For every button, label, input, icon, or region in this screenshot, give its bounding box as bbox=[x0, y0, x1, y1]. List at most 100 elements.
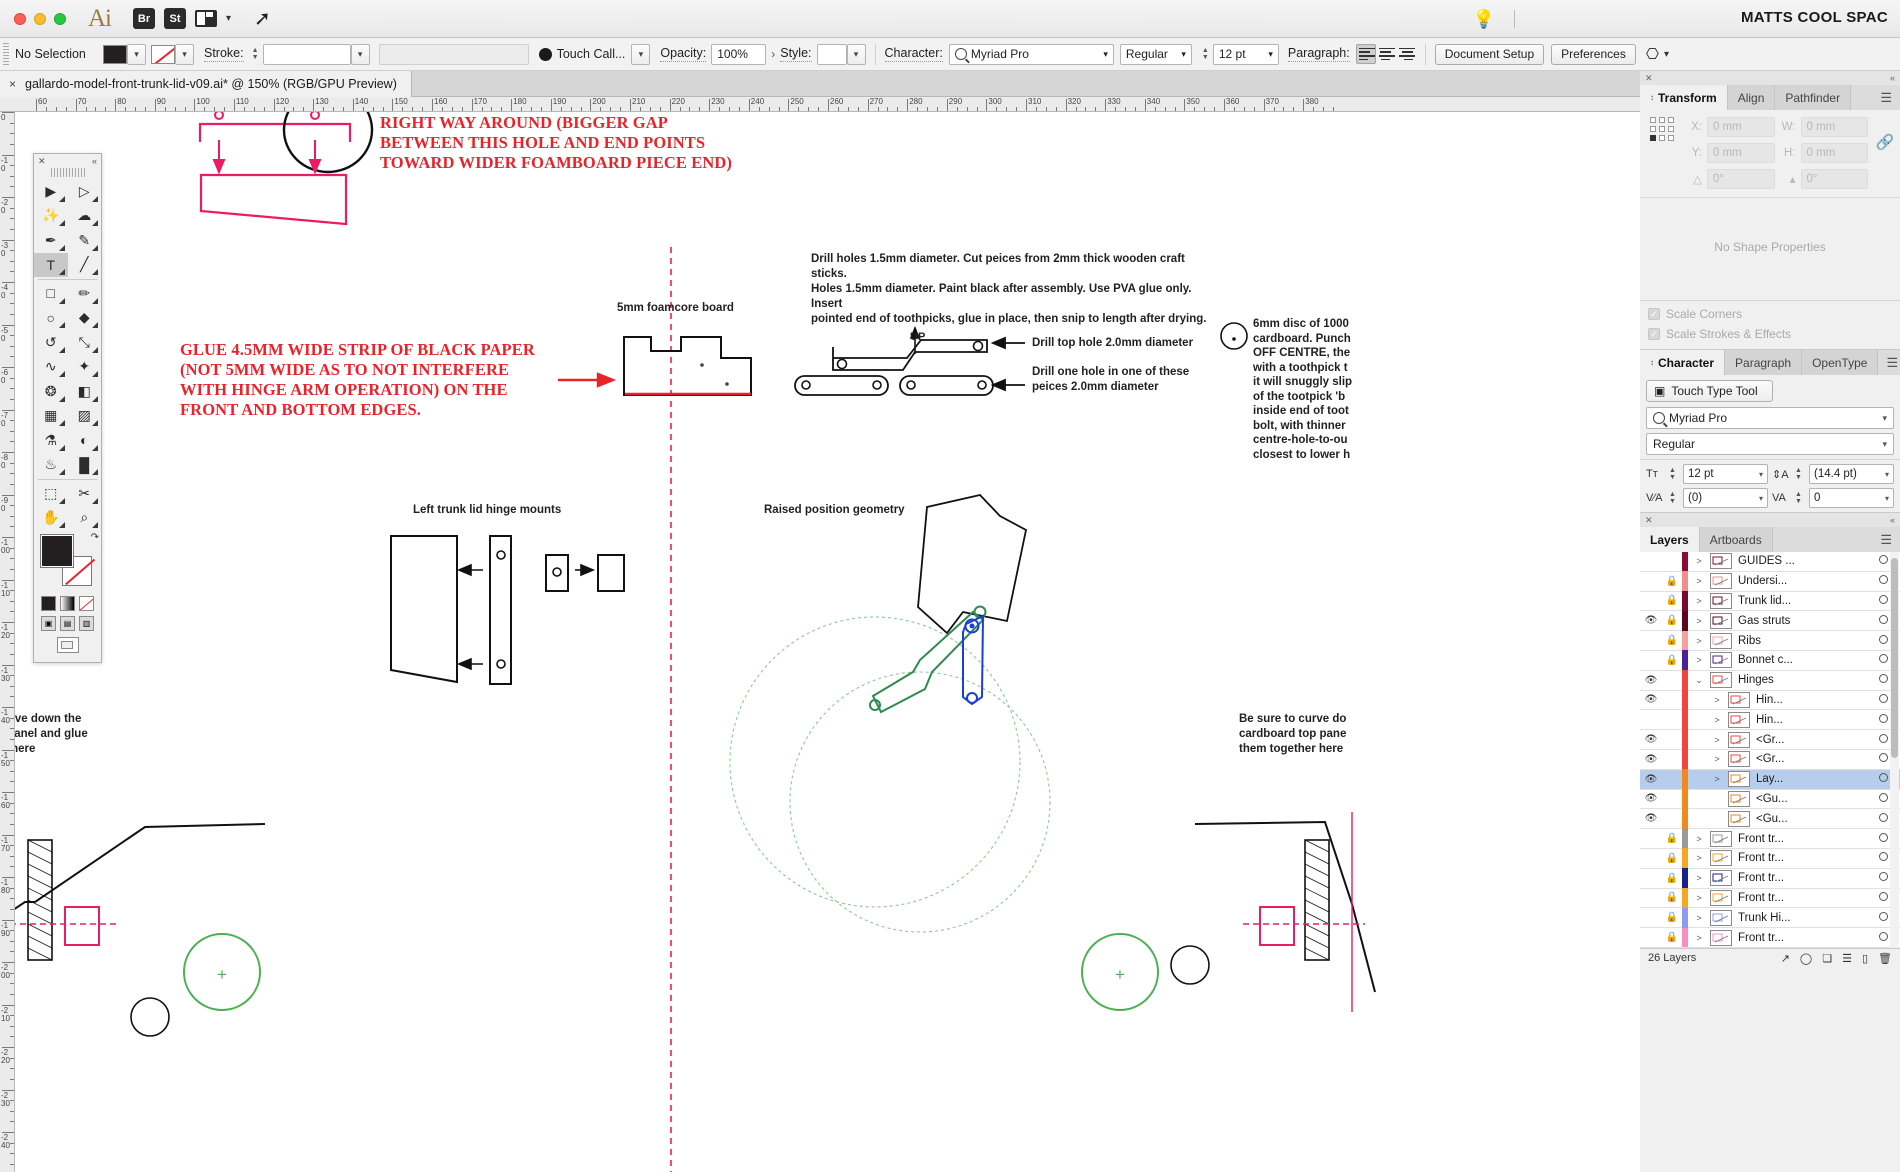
transform-collapse-icon[interactable]: « bbox=[1890, 73, 1895, 83]
layer-expand-arrow-icon[interactable]: > bbox=[1688, 834, 1710, 844]
layers-scrollbar[interactable] bbox=[1890, 552, 1899, 948]
screen-mode-presentation-icon[interactable]: ▥ bbox=[79, 616, 94, 631]
eyedropper-tool[interactable]: ⚗ bbox=[34, 428, 68, 453]
change-screen-mode-icon[interactable] bbox=[57, 637, 79, 653]
arrange-documents-icon[interactable] bbox=[195, 10, 217, 27]
layer-row[interactable]: 👁>Lay... bbox=[1640, 770, 1900, 790]
artboard-tool[interactable]: ⬚ bbox=[34, 481, 68, 506]
character-font-style-select[interactable]: Regular ▾ bbox=[1646, 433, 1894, 455]
font-size-stepper[interactable]: ▲▼ bbox=[1200, 47, 1211, 61]
tab-paragraph[interactable]: Paragraph bbox=[1725, 350, 1802, 375]
control-bar-grip[interactable] bbox=[3, 43, 9, 65]
type-tool[interactable]: T bbox=[34, 253, 68, 278]
select-similar-chevron-icon[interactable]: ▾ bbox=[1664, 49, 1669, 60]
eraser-tool[interactable]: ◆ bbox=[68, 306, 102, 331]
document-tab[interactable]: × gallardo-model-front-trunk-lid-v09.ai*… bbox=[0, 71, 412, 97]
layer-row[interactable]: 🔒>Trunk lid... bbox=[1640, 592, 1900, 612]
rotate-angle-input[interactable]: 0° bbox=[1707, 169, 1775, 189]
layer-expand-arrow-icon[interactable]: > bbox=[1706, 774, 1728, 784]
transform-tab-row[interactable]: ↕ Transform Align Pathfinder ☰ bbox=[1640, 85, 1900, 110]
leading-stepper[interactable]: ▲▼ bbox=[1793, 467, 1804, 481]
reference-point-selector[interactable] bbox=[1650, 117, 1674, 141]
stock-button[interactable]: St bbox=[164, 8, 186, 29]
layer-lock-icon[interactable]: 🔒 bbox=[1662, 912, 1682, 923]
layer-expand-arrow-icon[interactable]: > bbox=[1688, 596, 1710, 606]
hand-tool[interactable]: ✋ bbox=[34, 506, 68, 531]
transform-close-icon[interactable]: ✕ bbox=[1645, 73, 1653, 84]
layers-close-icon[interactable]: ✕ bbox=[1645, 515, 1653, 526]
stroke-weight-input[interactable] bbox=[263, 44, 351, 65]
character-font-family-select[interactable]: Myriad Pro ▾ bbox=[1646, 407, 1894, 429]
layer-visibility-eye-icon[interactable]: 👁 bbox=[1640, 813, 1662, 824]
scale-corners-row[interactable]: ✓ Scale Corners bbox=[1640, 304, 1900, 324]
screen-mode-normal-icon[interactable]: ▣ bbox=[41, 616, 56, 631]
layer-expand-arrow-icon[interactable]: ⌄ bbox=[1688, 675, 1710, 686]
width-tool[interactable]: ∿ bbox=[34, 355, 68, 380]
layer-lock-icon[interactable]: 🔒 bbox=[1662, 853, 1682, 864]
locate-object-icon[interactable]: ↗ bbox=[1781, 952, 1790, 965]
layer-row[interactable]: 🔒>Front tr... bbox=[1640, 889, 1900, 909]
minimize-window-button[interactable] bbox=[34, 13, 46, 25]
collect-in-new-layer-icon[interactable]: ☰ bbox=[1842, 952, 1852, 965]
publish-online-icon[interactable]: ➚ bbox=[254, 6, 271, 31]
shear-angle-input[interactable]: 0° bbox=[1801, 169, 1869, 189]
layer-expand-arrow-icon[interactable]: > bbox=[1706, 695, 1728, 705]
layers-list[interactable]: >GUIDES ...🔒>Undersi...🔒>Trunk lid...👁🔒>… bbox=[1640, 552, 1900, 948]
preferences-button[interactable]: Preferences bbox=[1551, 44, 1636, 65]
touch-type-tool-button[interactable]: ▣ Touch Type Tool bbox=[1646, 380, 1773, 402]
layers-tab-row[interactable]: Layers Artboards ☰ bbox=[1640, 527, 1900, 552]
layer-expand-arrow-icon[interactable]: > bbox=[1688, 576, 1710, 586]
shape-builder-tool[interactable]: ❂ bbox=[34, 379, 68, 404]
tools-close-icon[interactable]: ✕ bbox=[38, 156, 46, 167]
free-transform-tool[interactable]: ✦ bbox=[68, 355, 102, 380]
layer-row[interactable]: 👁>Hin... bbox=[1640, 691, 1900, 711]
layer-row[interactable]: 🔒>Trunk Hi... bbox=[1640, 908, 1900, 928]
layer-row[interactable]: 🔒>Front tr... bbox=[1640, 928, 1900, 948]
character-label[interactable]: Character: bbox=[885, 46, 943, 62]
layer-row[interactable]: 👁<Gu... bbox=[1640, 790, 1900, 810]
font-style-select[interactable]: Regular ▾ bbox=[1120, 44, 1192, 65]
transform-w-input[interactable]: 0 mm bbox=[1801, 117, 1869, 137]
tools-collapse-icon[interactable]: « bbox=[92, 156, 97, 166]
artboard-canvas[interactable]: + + RIGHT WAY AROUND (BIGGER GAP BETWEEN… bbox=[15, 112, 1900, 1172]
stroke-weight-dropdown-icon[interactable]: ▾ bbox=[351, 44, 370, 65]
opacity-input[interactable]: 100% bbox=[711, 44, 766, 65]
tools-drag-grip[interactable] bbox=[51, 168, 85, 177]
lasso-tool[interactable]: ☁ bbox=[68, 204, 102, 229]
pen-tool[interactable]: ✒ bbox=[34, 228, 68, 253]
brush-definition-label[interactable]: Touch Call... bbox=[557, 47, 626, 61]
character-font-size-input[interactable]: 12 pt ▾ bbox=[1683, 464, 1768, 484]
transform-h-input[interactable]: 0 mm bbox=[1801, 143, 1869, 163]
slice-tool[interactable]: ✂ bbox=[68, 481, 102, 506]
layer-row[interactable]: 👁><Gr... bbox=[1640, 750, 1900, 770]
close-window-button[interactable] bbox=[14, 13, 26, 25]
scale-tool[interactable]: ⤡ bbox=[68, 330, 102, 355]
delete-layer-icon[interactable]: 🗑 bbox=[1878, 952, 1892, 965]
blend-tool[interactable]: ◐ bbox=[68, 428, 102, 453]
tracking-stepper[interactable]: ▲▼ bbox=[1793, 491, 1804, 505]
layer-expand-arrow-icon[interactable]: > bbox=[1706, 754, 1728, 764]
fill-dropdown-icon[interactable]: ▾ bbox=[127, 44, 146, 65]
layer-row[interactable]: >GUIDES ... bbox=[1640, 552, 1900, 572]
create-sublayer-icon[interactable]: ❏ bbox=[1822, 952, 1832, 965]
layer-visibility-eye-icon[interactable]: 👁 bbox=[1640, 734, 1662, 745]
layer-row[interactable]: 👁><Gr... bbox=[1640, 730, 1900, 750]
layer-lock-icon[interactable]: 🔒 bbox=[1662, 615, 1682, 626]
layer-lock-icon[interactable]: 🔒 bbox=[1662, 873, 1682, 884]
layer-visibility-eye-icon[interactable]: 👁 bbox=[1640, 793, 1662, 804]
transform-x-input[interactable]: 0 mm bbox=[1707, 117, 1775, 137]
scale-corners-checkbox[interactable]: ✓ bbox=[1648, 308, 1660, 320]
tab-character[interactable]: ↕ Character bbox=[1640, 350, 1725, 375]
graphic-style-swatch[interactable] bbox=[817, 44, 847, 65]
style-dropdown-icon[interactable]: ▾ bbox=[847, 44, 866, 65]
layer-visibility-eye-icon[interactable]: 👁 bbox=[1640, 615, 1662, 626]
symbol-sprayer-tool[interactable]: ♨ bbox=[34, 453, 68, 478]
layers-collapse-icon[interactable]: « bbox=[1890, 515, 1895, 525]
layer-lock-icon[interactable]: 🔒 bbox=[1662, 595, 1682, 606]
tab-layers[interactable]: Layers bbox=[1640, 527, 1700, 552]
mesh-tool[interactable]: ▦ bbox=[34, 404, 68, 429]
stroke-weight-stepper[interactable]: ▲▼ bbox=[250, 47, 261, 61]
layer-expand-arrow-icon[interactable]: > bbox=[1706, 715, 1728, 725]
layer-row[interactable]: >Hin... bbox=[1640, 710, 1900, 730]
tab-artboards[interactable]: Artboards bbox=[1700, 527, 1773, 552]
